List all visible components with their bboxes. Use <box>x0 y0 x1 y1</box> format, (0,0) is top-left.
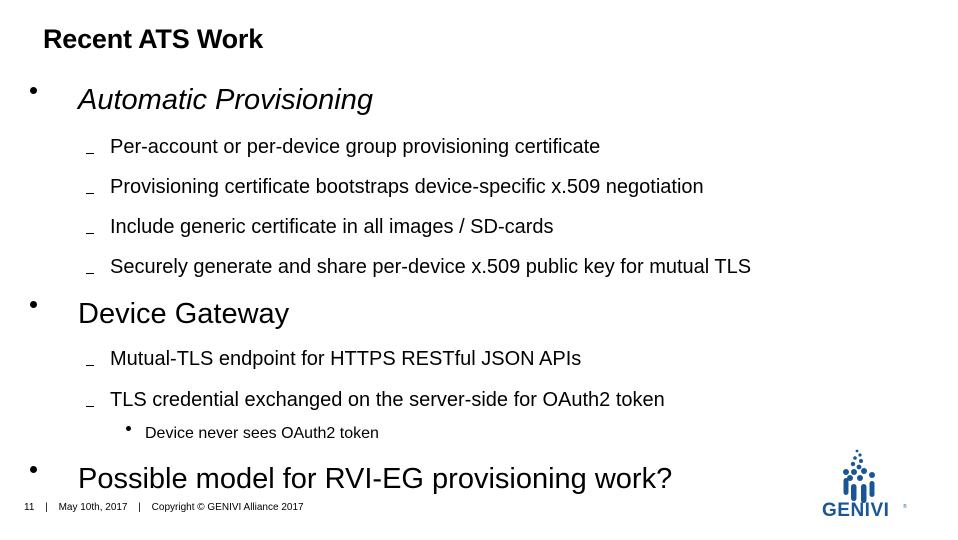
dash-icon <box>86 365 94 366</box>
bullet-dot-icon <box>126 426 131 431</box>
sub-bullet-text: Include generic certificate in all image… <box>110 216 554 238</box>
footer-copyright: Copyright © GENIVI Alliance 2017 <box>151 502 304 513</box>
bullet-heading: Device Gateway <box>78 298 290 330</box>
genivi-logo: GENIVI ® <box>820 448 910 528</box>
sub-bullet-text: TLS credential exchanged on the server-s… <box>110 389 665 411</box>
bullet-heading: Possible model for RVI-EG provisioning w… <box>78 463 673 495</box>
sub-bullet-text: Provisioning certificate bootstraps devi… <box>110 176 704 198</box>
bullet-heading: Automatic Provisioning <box>78 84 373 116</box>
bullet-dot-icon <box>30 466 37 473</box>
registered-mark: ® <box>903 504 907 510</box>
dash-icon <box>86 406 94 407</box>
footer-separator: | <box>45 502 48 513</box>
dash-icon <box>86 193 94 194</box>
slide-title: Recent ATS Work <box>43 24 264 54</box>
page-number: 11 <box>24 502 35 513</box>
footer-date: May 10th, 2017 <box>58 502 128 513</box>
genivi-figures-icon <box>843 449 875 503</box>
sub-bullet-text: Securely generate and share per-device x… <box>110 256 752 278</box>
dash-icon <box>86 153 94 154</box>
dash-icon <box>86 273 94 274</box>
sub-bullet-text: Per-account or per-device group provisio… <box>110 136 601 158</box>
sub-sub-bullet-text: Device never sees OAuth2 token <box>145 425 379 442</box>
dash-icon <box>86 233 94 234</box>
genivi-wordmark: GENIVI <box>822 500 890 521</box>
slide-footer: 11 | May 10th, 2017 | Copyright © GENIVI… <box>24 502 304 513</box>
bullet-dot-icon <box>30 301 37 308</box>
sub-bullet-text: Mutual-TLS endpoint for HTTPS RESTful JS… <box>110 348 582 370</box>
bullet-dot-icon <box>30 87 37 94</box>
footer-separator: | <box>138 502 141 513</box>
